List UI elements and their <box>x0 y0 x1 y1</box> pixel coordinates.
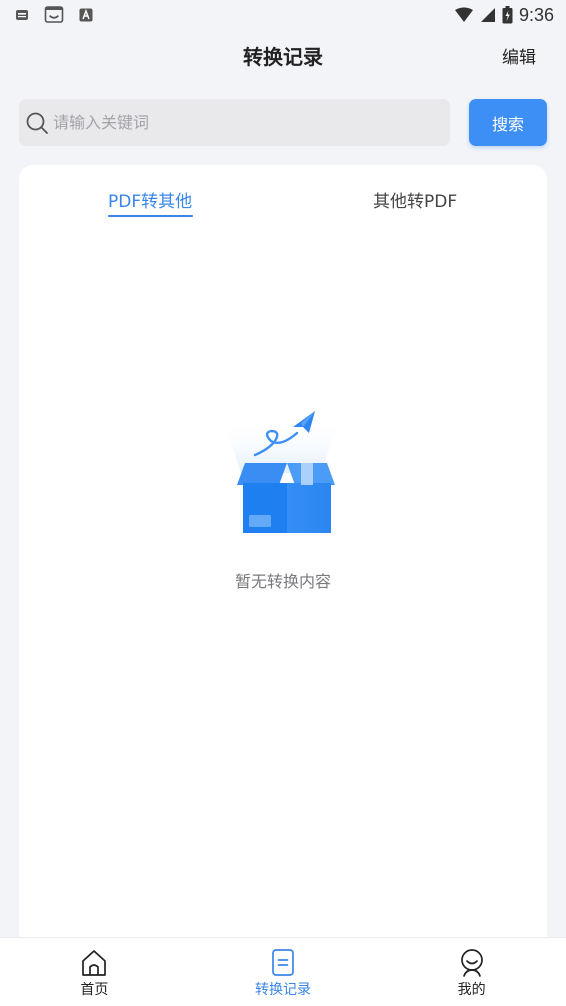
edit-button[interactable]: 编辑 <box>502 43 536 68</box>
android-face-icon <box>44 6 64 23</box>
battery-icon <box>502 6 513 24</box>
bottom-navigation: 首页 转换记录 我的 <box>0 937 566 1006</box>
box-tape <box>301 463 313 485</box>
box-left-flap <box>237 463 287 485</box>
status-left-icons <box>14 5 94 25</box>
nav-label-profile: 我的 <box>457 982 486 998</box>
wifi-icon <box>454 7 473 22</box>
tab-pdf-to-other[interactable]: PDF转其他 <box>108 187 192 212</box>
status-bar: 9:36 <box>0 0 566 30</box>
notification-app-icon <box>16 10 28 20</box>
profile-icon <box>460 949 483 977</box>
search-box[interactable] <box>19 99 450 146</box>
status-right-icons: 9:36 <box>454 5 554 26</box>
search-button[interactable]: 搜索 <box>469 99 547 146</box>
empty-box-illustration <box>223 411 339 533</box>
font-a-icon <box>79 8 93 22</box>
tab-other-to-pdf[interactable]: 其他转PDF <box>373 187 457 212</box>
nav-label-records: 转换记录 <box>255 982 311 998</box>
empty-state-message: 暂无转换内容 <box>234 572 331 591</box>
header: 转换记录 编辑 <box>0 30 566 80</box>
nav-item-profile[interactable]: 我的 <box>377 938 566 1006</box>
document-icon <box>272 949 294 976</box>
nav-item-home[interactable]: 首页 <box>0 938 189 1006</box>
cellular-signal-icon <box>480 8 495 22</box>
nav-label-home: 首页 <box>80 982 109 998</box>
nav-item-records[interactable]: 转换记录 <box>189 938 378 1006</box>
home-icon <box>82 950 107 976</box>
search-icon <box>26 112 48 134</box>
page-title: 转换记录 <box>243 45 323 69</box>
search-input[interactable] <box>53 113 433 132</box>
box-label <box>249 515 271 527</box>
status-time: 9:36 <box>518 4 554 25</box>
active-tab-indicator <box>108 215 193 217</box>
records-card: PDF转其他 其他转PDF 暂无转换内容 <box>19 165 547 955</box>
